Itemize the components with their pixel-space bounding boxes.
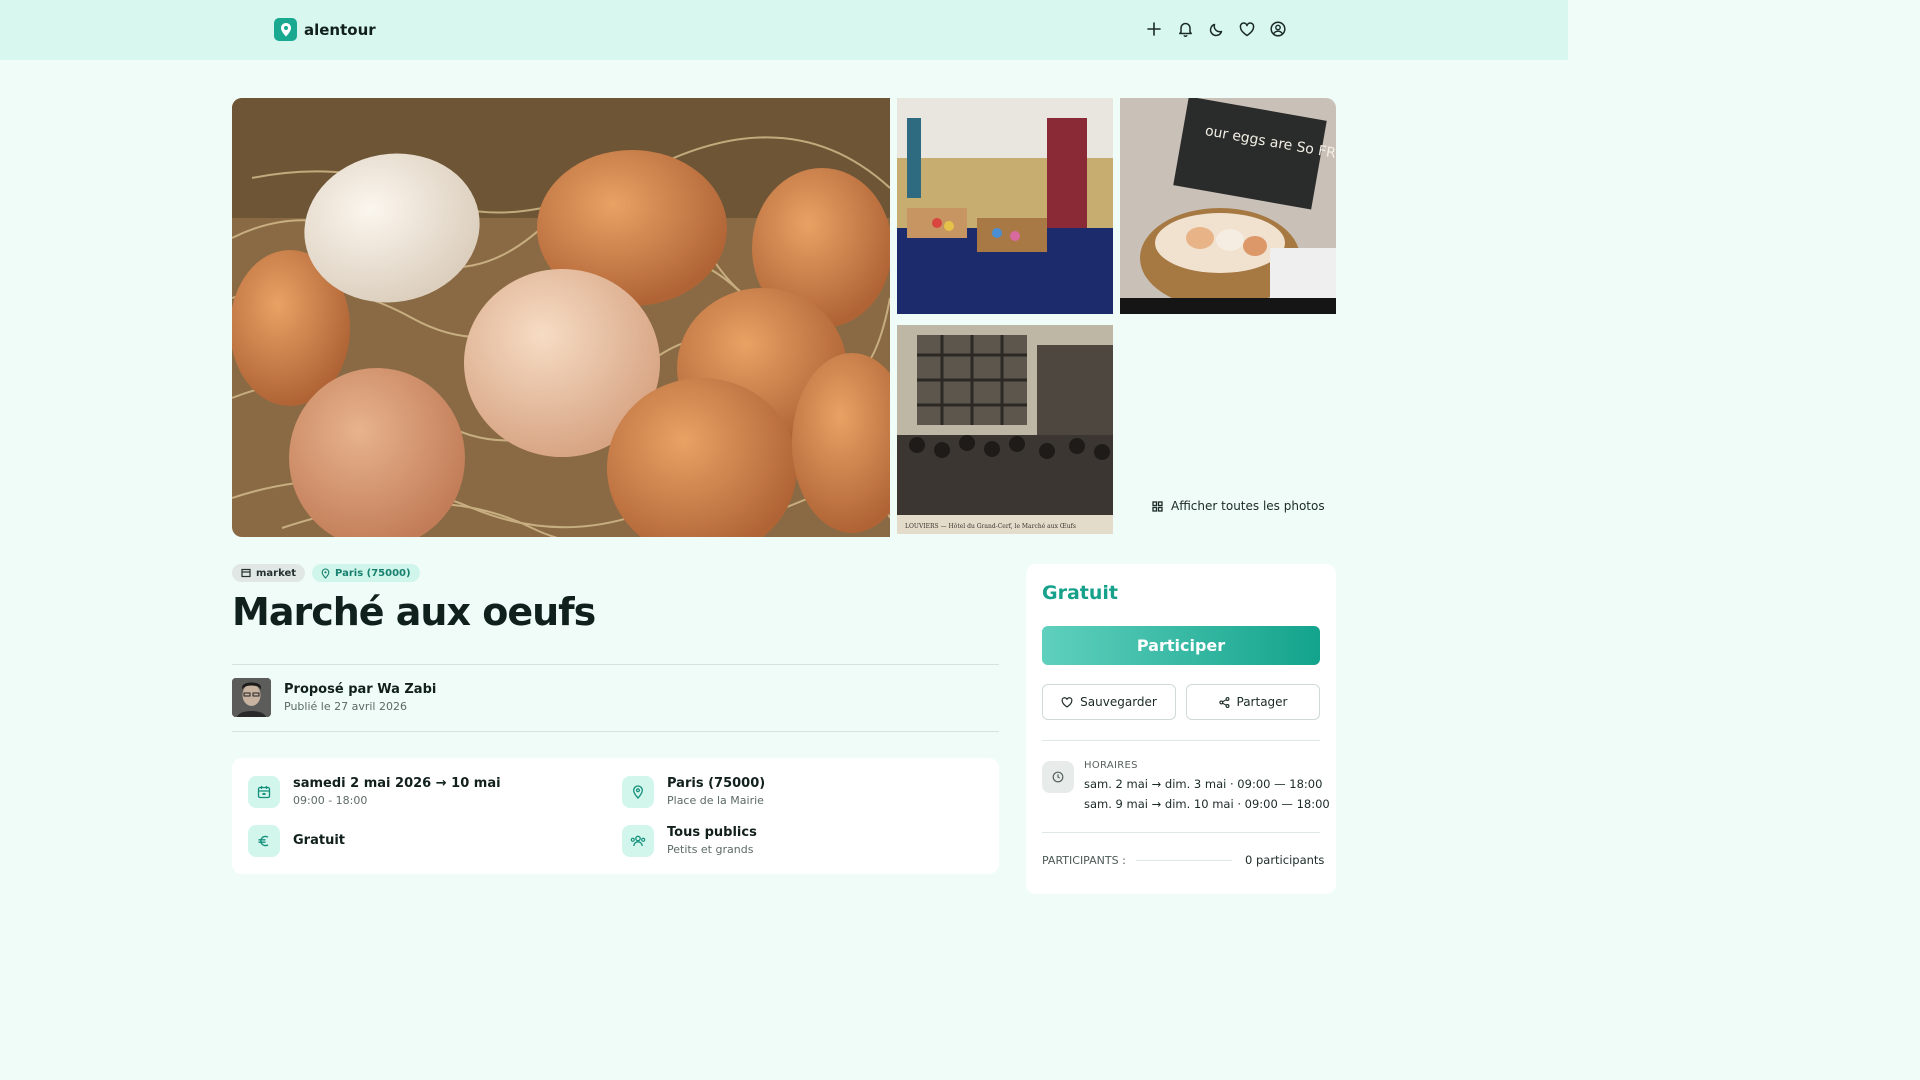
audience-info: Tous publics Petits et grands bbox=[622, 825, 757, 857]
bell-icon[interactable] bbox=[1176, 19, 1194, 39]
save-button[interactable]: Sauvegarder bbox=[1042, 684, 1176, 720]
price-info: Gratuit bbox=[248, 825, 345, 857]
top-bar: alentour bbox=[0, 0, 1568, 60]
category-tag[interactable]: market bbox=[232, 564, 306, 582]
divider bbox=[232, 664, 999, 665]
save-button-label: Sauvegarder bbox=[1080, 695, 1157, 709]
heart-icon bbox=[1061, 696, 1073, 708]
main-photo-eggs-in-straw[interactable] bbox=[232, 98, 890, 537]
organizer-name[interactable]: Proposé par Wa Zabi bbox=[284, 682, 436, 697]
price-label: Gratuit bbox=[1042, 582, 1118, 604]
euro-icon bbox=[248, 825, 280, 857]
map-pin-icon bbox=[321, 567, 330, 579]
show-all-photos-button[interactable]: Afficher toutes les photos bbox=[1138, 492, 1339, 520]
map-pin-logo-icon bbox=[274, 18, 297, 41]
date-info: samedi 2 mai 2026 → 10 mai 09:00 - 18:00 bbox=[248, 776, 501, 808]
grid-icon bbox=[1152, 500, 1163, 512]
users-icon bbox=[622, 825, 654, 857]
event-info-card: samedi 2 mai 2026 → 10 mai 09:00 - 18:00… bbox=[232, 758, 999, 874]
share-button[interactable]: Partager bbox=[1186, 684, 1320, 720]
published-date: Publié le 27 avril 2026 bbox=[284, 700, 407, 713]
share-icon bbox=[1218, 696, 1229, 708]
participants-separator bbox=[1136, 860, 1232, 861]
user-circle-icon[interactable] bbox=[1269, 19, 1287, 39]
event-title: Marché aux oeufs bbox=[232, 590, 596, 634]
organizer-avatar[interactable] bbox=[232, 678, 271, 717]
audience-value: Tous publics bbox=[667, 825, 757, 840]
photo-fresh-eggs-basket[interactable]: our eggs are So FRESH they Keep for more bbox=[1120, 98, 1336, 314]
brand-link[interactable]: alentour bbox=[274, 18, 376, 41]
app-name: alentour bbox=[304, 20, 376, 39]
location-tag-label: Paris (75000) bbox=[335, 567, 411, 579]
map-pin-icon bbox=[622, 776, 654, 808]
add-icon[interactable] bbox=[1145, 19, 1163, 39]
participants-count: 0 participants bbox=[1245, 853, 1325, 867]
moon-icon[interactable] bbox=[1207, 19, 1225, 39]
schedule-label: HORAIRES bbox=[1084, 760, 1138, 771]
location-tag[interactable]: Paris (75000) bbox=[312, 564, 420, 582]
heart-icon[interactable] bbox=[1238, 19, 1256, 39]
schedule-line: sam. 2 mai → dim. 3 mai · 09:00 — 18:00 bbox=[1084, 777, 1323, 791]
calendar-icon bbox=[248, 776, 280, 808]
participate-button[interactable]: Participer bbox=[1042, 626, 1320, 665]
postcard-caption: LOUVIERS — Hôtel du Grand-Cerf, le March… bbox=[905, 523, 1076, 530]
photo-market-stall-easter-eggs[interactable] bbox=[897, 98, 1113, 314]
schedule-line: sam. 9 mai → dim. 10 mai · 09:00 — 18:00 bbox=[1084, 797, 1330, 811]
participants-label: PARTICIPANTS : bbox=[1042, 854, 1126, 867]
show-all-photos-label: Afficher toutes les photos bbox=[1171, 499, 1325, 513]
place-info: Paris (75000) Place de la Mairie bbox=[622, 776, 765, 808]
place-address: Place de la Mairie bbox=[667, 794, 764, 807]
booking-card: Gratuit Participer Sauvegarder Partager … bbox=[1026, 564, 1336, 894]
price-value: Gratuit bbox=[293, 833, 345, 848]
divider bbox=[1042, 740, 1320, 741]
time-range: 09:00 - 18:00 bbox=[293, 794, 368, 807]
share-button-label: Partager bbox=[1236, 695, 1288, 709]
photo-historic-egg-market[interactable]: LOUVIERS — Hôtel du Grand-Cerf, le March… bbox=[897, 325, 1113, 534]
date-range: samedi 2 mai 2026 → 10 mai bbox=[293, 776, 501, 791]
category-tag-label: market bbox=[256, 567, 297, 579]
clock-icon bbox=[1042, 761, 1074, 793]
organizer-block: Proposé par Wa Zabi Publié le 27 avril 2… bbox=[232, 678, 436, 717]
place-city[interactable]: Paris (75000) bbox=[667, 776, 765, 791]
audience-note: Petits et grands bbox=[667, 843, 754, 856]
divider bbox=[1042, 832, 1320, 833]
divider bbox=[232, 731, 999, 732]
store-icon bbox=[241, 568, 251, 578]
